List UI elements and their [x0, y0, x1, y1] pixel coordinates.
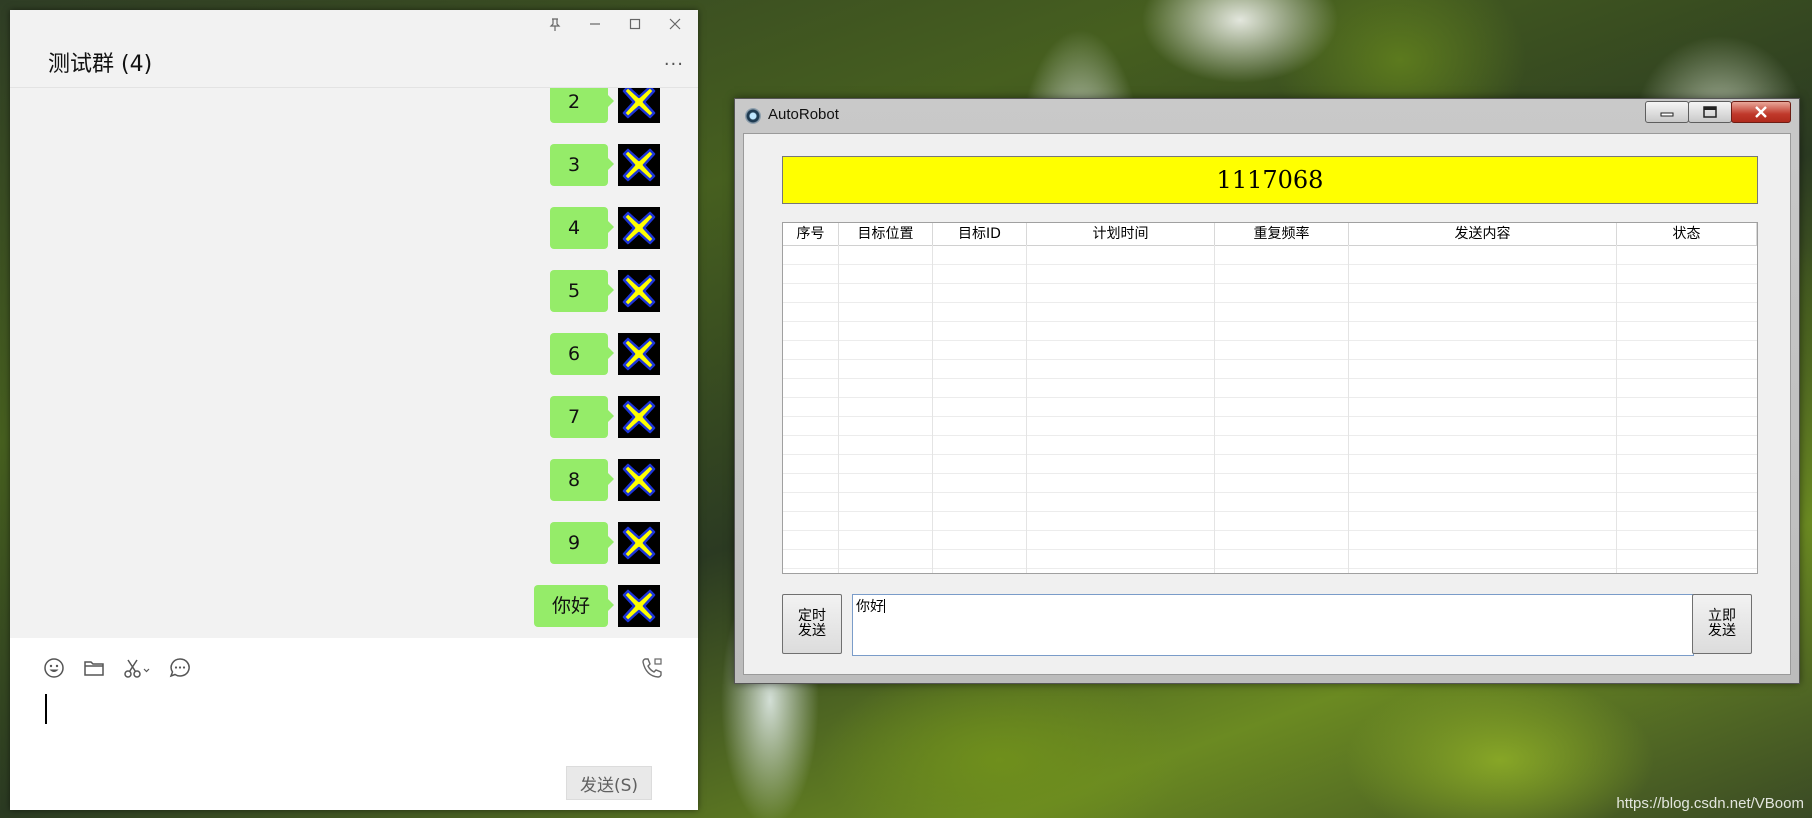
- user-avatar[interactable]: [618, 522, 660, 564]
- chat-window: 测试群 (4) ··· 2 3 4 5 6 7 8 9 你好 发送(S): [10, 10, 698, 810]
- message-bubble[interactable]: 8: [550, 459, 614, 501]
- counter-display: 1117068: [782, 156, 1758, 204]
- send-button[interactable]: 发送(S): [566, 766, 652, 800]
- window-controls: [546, 18, 684, 36]
- maximize-icon[interactable]: [626, 18, 644, 36]
- grid-row-line: [783, 454, 1757, 455]
- message-bubble[interactable]: 3: [550, 144, 614, 186]
- more-options-icon[interactable]: ···: [664, 54, 684, 75]
- grid-row-line: [783, 397, 1757, 398]
- minimize-button[interactable]: [1645, 101, 1689, 123]
- message-row: 9: [550, 521, 660, 565]
- folder-icon[interactable]: [82, 656, 106, 680]
- close-icon: [1755, 106, 1767, 118]
- grid-row-line: [783, 416, 1757, 417]
- grid-row-line: [783, 340, 1757, 341]
- grid-column-line: [1616, 245, 1617, 573]
- scissors-icon[interactable]: [122, 656, 152, 680]
- table-grid: [783, 245, 1757, 573]
- message-input-value: 你好: [856, 599, 884, 615]
- grid-row-line: [783, 568, 1757, 569]
- user-avatar[interactable]: [618, 459, 660, 501]
- grid-row-line: [783, 302, 1757, 303]
- grid-row-line: [783, 549, 1757, 550]
- grid-row-line: [783, 473, 1757, 474]
- minimize-icon[interactable]: [586, 18, 604, 36]
- message-bubble[interactable]: 2: [550, 88, 614, 123]
- column-header[interactable]: 状态: [1617, 223, 1757, 245]
- user-avatar[interactable]: [618, 144, 660, 186]
- message-bubble[interactable]: 9: [550, 522, 614, 564]
- close-icon[interactable]: [666, 18, 684, 36]
- input-toolbar: [42, 656, 192, 680]
- watermark: https://blog.csdn.net/VBoom: [1616, 795, 1804, 812]
- grid-column-line: [1348, 245, 1349, 573]
- grid-row-line: [783, 283, 1757, 284]
- user-avatar[interactable]: [618, 270, 660, 312]
- grid-column-line: [838, 245, 839, 573]
- column-header[interactable]: 目标ID: [933, 223, 1027, 245]
- app-icon: [745, 108, 761, 124]
- column-header[interactable]: 发送内容: [1349, 223, 1617, 245]
- close-button[interactable]: [1731, 101, 1791, 123]
- grid-row-line: [783, 492, 1757, 493]
- user-avatar[interactable]: [618, 333, 660, 375]
- message-bubble[interactable]: 5: [550, 270, 614, 312]
- task-table[interactable]: 序号 目标位置 目标ID 计划时间 重复频率 发送内容 状态: [782, 222, 1758, 574]
- grid-column-line: [1026, 245, 1027, 573]
- user-avatar[interactable]: [618, 585, 660, 627]
- maximize-icon: [1703, 106, 1717, 118]
- message-row: 3: [550, 143, 660, 187]
- column-header[interactable]: 目标位置: [839, 223, 933, 245]
- autorobot-window: AutoRobot 1117068 序号 目标位置 目标ID 计划时间 重复频率 发送内容…: [734, 98, 1800, 684]
- maximize-button[interactable]: [1688, 101, 1732, 123]
- minimize-icon: [1660, 112, 1674, 117]
- grid-row-line: [783, 530, 1757, 531]
- grid-row-line: [783, 321, 1757, 322]
- user-avatar[interactable]: [618, 207, 660, 249]
- message-row: 你好: [533, 584, 660, 628]
- message-bubble[interactable]: 7: [550, 396, 614, 438]
- message-input[interactable]: [40, 688, 678, 758]
- grid-column-line: [1214, 245, 1215, 573]
- column-header[interactable]: 重复频率: [1215, 223, 1349, 245]
- column-header[interactable]: 序号: [783, 223, 839, 245]
- message-row: 6: [550, 332, 660, 376]
- video-call-icon[interactable]: [640, 656, 664, 680]
- grid-row-line: [783, 359, 1757, 360]
- grid-row-line: [783, 264, 1757, 265]
- grid-row-line: [783, 378, 1757, 379]
- message-bubble[interactable]: 你好: [533, 585, 615, 627]
- grid-row-line: [783, 511, 1757, 512]
- message-bubble[interactable]: 6: [550, 333, 614, 375]
- pin-icon[interactable]: [546, 18, 564, 36]
- message-input[interactable]: 你好: [852, 594, 1694, 656]
- message-row: 8: [550, 458, 660, 502]
- message-row: 5: [550, 269, 660, 313]
- title-bar[interactable]: AutoRobot: [735, 99, 1799, 133]
- user-avatar[interactable]: [618, 396, 660, 438]
- message-row: 4: [550, 206, 660, 250]
- window-title: AutoRobot: [768, 106, 839, 123]
- message-row: 2: [550, 88, 660, 124]
- message-list[interactable]: 2 3 4 5 6 7 8 9 你好: [10, 88, 698, 638]
- input-area: 发送(S): [10, 638, 698, 810]
- column-header[interactable]: 计划时间: [1027, 223, 1215, 245]
- chat-history-icon[interactable]: [168, 656, 192, 680]
- user-avatar[interactable]: [618, 88, 660, 123]
- robot-client-area: 1117068 序号 目标位置 目标ID 计划时间 重复频率 发送内容 状态 定时 发送 你…: [743, 133, 1791, 675]
- emoji-icon[interactable]: [42, 656, 66, 680]
- timed-send-button[interactable]: 定时 发送: [782, 594, 842, 654]
- send-now-button[interactable]: 立即 发送: [1692, 594, 1752, 654]
- message-bubble[interactable]: 4: [550, 207, 614, 249]
- grid-column-line: [932, 245, 933, 573]
- table-header: 序号 目标位置 目标ID 计划时间 重复频率 发送内容 状态: [783, 223, 1757, 246]
- chat-title: 测试群 (4): [48, 52, 153, 77]
- grid-row-line: [783, 435, 1757, 436]
- message-row: 7: [550, 395, 660, 439]
- window-controls: [1645, 101, 1791, 123]
